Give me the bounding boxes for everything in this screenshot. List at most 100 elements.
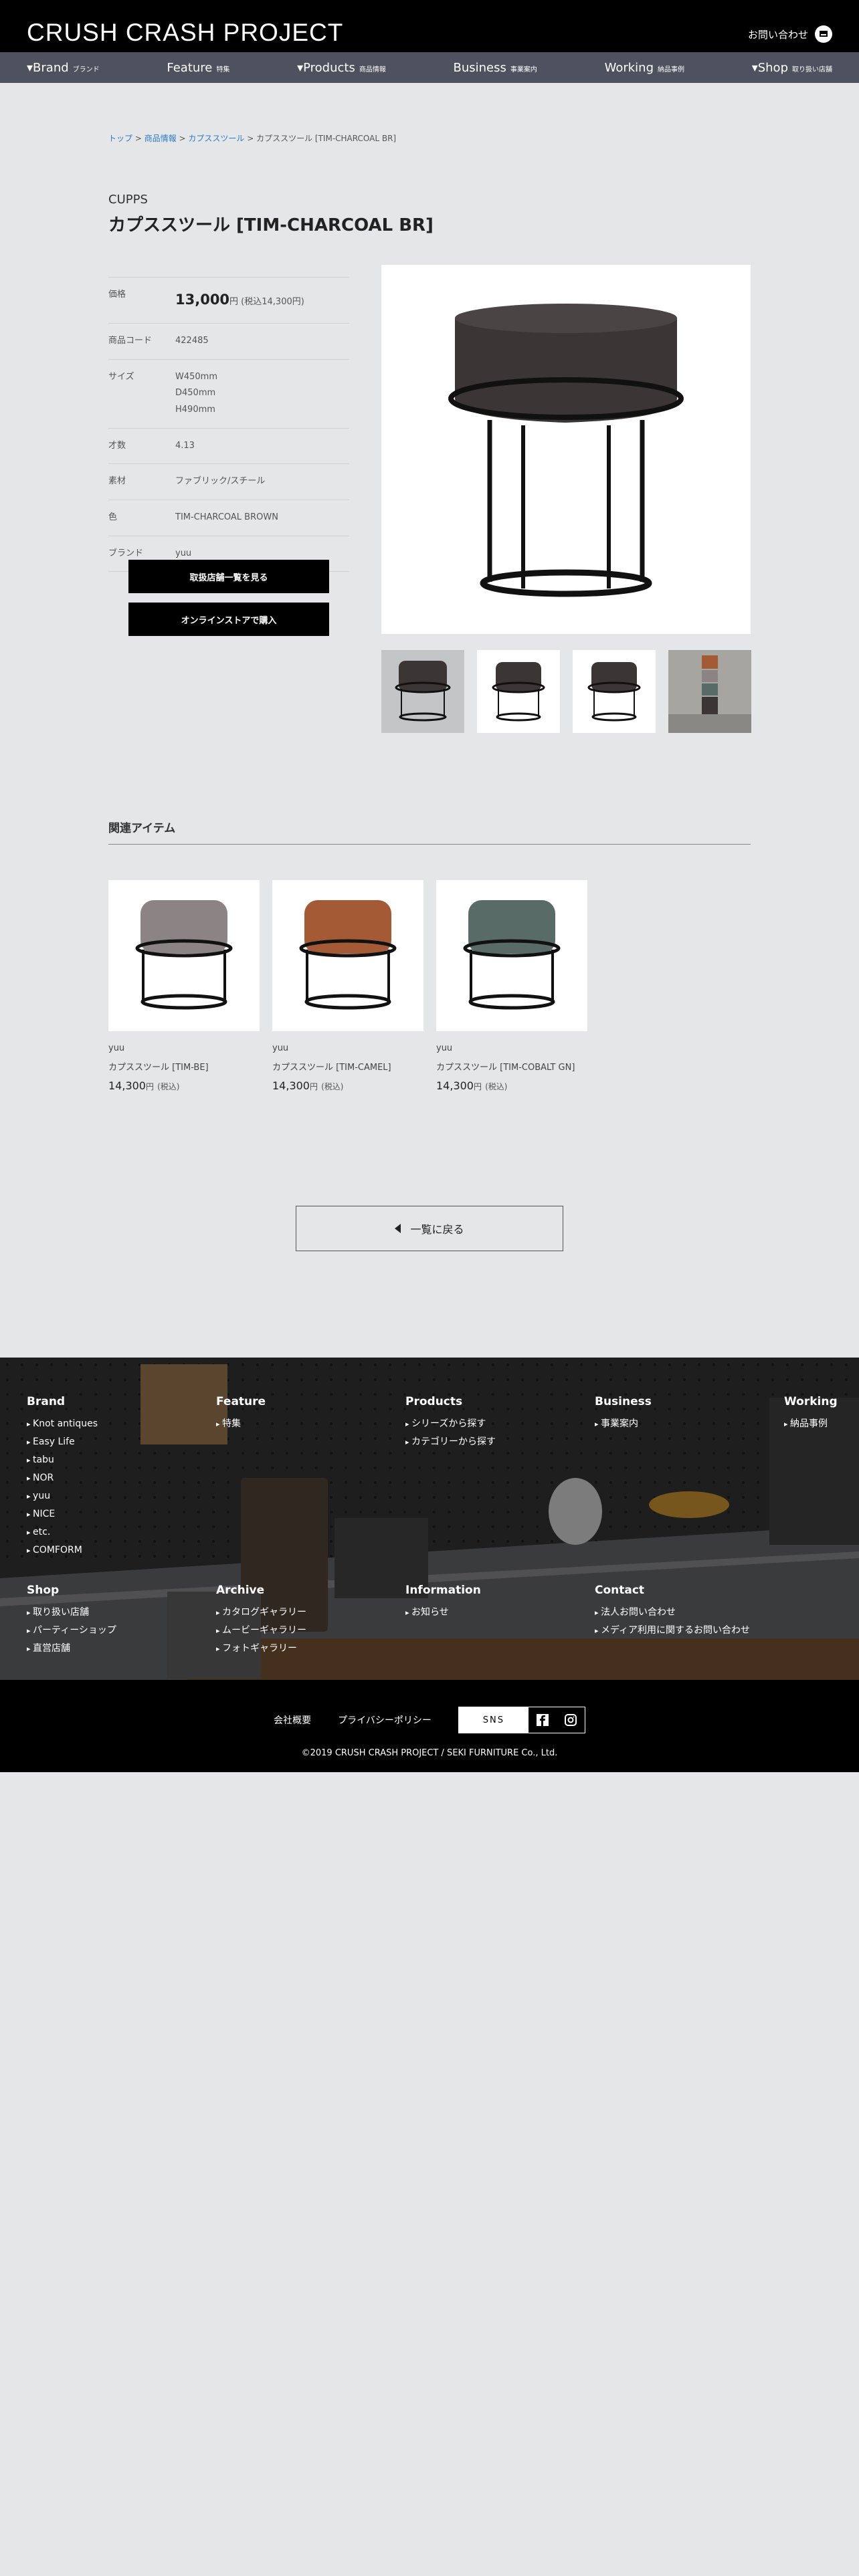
footer-link[interactable]: 法人お問い合わせ (595, 1604, 750, 1622)
site-logo[interactable]: CRUSH CRASH PROJECT (27, 19, 343, 47)
footer-col-title: Working (784, 1395, 838, 1408)
site-header: CRUSH CRASH PROJECT お問い合わせ (0, 0, 859, 52)
spec-value: 4.13 (175, 440, 195, 451)
breadcrumb-products[interactable]: 商品情報 (145, 134, 177, 143)
related-card-tax: (税込) (157, 1082, 180, 1091)
breadcrumb-series[interactable]: カプススツール (188, 134, 244, 143)
breadcrumb-separator: > (176, 134, 189, 143)
footer-link[interactable]: Knot antiques (27, 1415, 98, 1433)
nav-item-brand[interactable]: ▾Brand ブランド (27, 61, 100, 75)
product-main-image (381, 265, 751, 634)
footer-link[interactable]: COMFORM (27, 1541, 98, 1560)
footer-link[interactable]: 特集 (216, 1415, 266, 1433)
spec-row-color: 色 TIM-CHARCOAL BROWN (108, 500, 349, 536)
related-card-unit: 円 (145, 1082, 154, 1091)
footer-col-title: Feature (216, 1395, 266, 1408)
footer-link[interactable]: フォトギャラリー (216, 1640, 306, 1658)
caret-left-icon (395, 1224, 401, 1233)
nav-item-business[interactable]: Business 事業案内 (454, 61, 537, 75)
footer-link[interactable]: カタログギャラリー (216, 1604, 306, 1622)
instagram-icon[interactable] (557, 1707, 585, 1733)
nav-sub: 取り扱い店舗 (792, 66, 832, 74)
spec-key: 商品コード (108, 335, 153, 346)
spec-key: 才数 (108, 440, 126, 451)
breadcrumb-separator: > (244, 134, 257, 143)
related-card-unit: 円 (309, 1082, 318, 1091)
related-card-tax: (税込) (321, 1082, 344, 1091)
product-thumb-1[interactable] (381, 650, 464, 733)
nav-item-feature[interactable]: Feature 特集 (167, 61, 229, 75)
footer-background-image: Brand Knot antiques Easy Life tabu NOR y… (0, 1358, 859, 1680)
spec-key: 色 (108, 512, 118, 523)
facebook-icon[interactable] (529, 1707, 557, 1733)
related-card-name: カプススツール [TIM-CAMEL] (272, 1063, 391, 1073)
footer-link[interactable]: NOR (27, 1469, 98, 1487)
footer-link[interactable]: シリーズから探す (405, 1415, 496, 1433)
related-card[interactable]: yuu カプススツール [TIM-COBALT GN] 14,300円 (税込) (436, 880, 587, 1092)
product-series-label: CUPPS (108, 193, 148, 207)
footer-link[interactable]: 直営店舗 (27, 1640, 116, 1658)
footer-link[interactable]: ムービーギャラリー (216, 1622, 306, 1640)
nav-label: ▾Brand (27, 60, 69, 75)
spec-row-material: 素材 ファブリック/スチール (108, 464, 349, 501)
footer-link[interactable]: 事業案内 (595, 1415, 652, 1433)
contact-link[interactable]: お問い合わせ (748, 25, 832, 43)
footer-link[interactable]: 納品事例 (784, 1415, 838, 1433)
spec-key: 素材 (108, 476, 126, 487)
contact-label: お問い合わせ (747, 28, 808, 41)
spec-value: 422485 (175, 335, 209, 346)
footer-link[interactable]: 取り扱い店舗 (27, 1604, 116, 1622)
nav-sub: 商品情報 (359, 66, 386, 74)
spec-size-width: W450mm (175, 371, 217, 382)
spec-size-height: H490mm (175, 404, 215, 415)
nav-item-shop[interactable]: ▾Shop 取り扱い店舗 (752, 61, 832, 75)
footer-col-shop: Shop 取り扱い店舗 パーティーショップ 直営店舗 (27, 1584, 116, 1658)
related-card[interactable]: yuu カプススツール [TIM-CAMEL] 14,300円 (税込) (272, 880, 423, 1092)
online-store-button[interactable]: オンラインストアで購入 (128, 603, 329, 636)
footer-link[interactable]: Easy Life (27, 1433, 98, 1451)
footer-col-title: Business (595, 1395, 652, 1408)
product-title: カプススツール [TIM-CHARCOAL BR] (108, 215, 434, 235)
nav-item-products[interactable]: ▾Products 商品情報 (297, 61, 386, 75)
related-card-price: 14,300 (272, 1079, 310, 1092)
product-thumb-3[interactable] (573, 650, 656, 733)
main-nav: ▾Brand ブランド Feature 特集 ▾Products 商品情報 Busin… (0, 52, 859, 83)
nav-item-working[interactable]: Working 納品事例 (605, 61, 684, 75)
footer-link[interactable]: yuu (27, 1487, 98, 1505)
footer-col-information: Information お知らせ (405, 1584, 481, 1622)
related-card-price: 14,300 (108, 1079, 146, 1092)
footer-link[interactable]: カテゴリーから探す (405, 1433, 496, 1451)
product-thumb-2[interactable] (477, 650, 560, 733)
related-card-image (108, 880, 260, 1031)
back-to-list-label: 一覧に戻る (410, 1223, 464, 1236)
company-link[interactable]: 会社概要 (274, 1713, 311, 1727)
related-card-brand: yuu (272, 1043, 289, 1053)
product-thumb-4[interactable] (668, 650, 751, 733)
nav-label: Working (604, 60, 654, 75)
privacy-link[interactable]: プライバシーポリシー (338, 1713, 432, 1727)
spec-value: ファブリック/スチール (175, 476, 266, 487)
nav-sub: 特集 (216, 66, 230, 74)
related-card-image (436, 880, 587, 1031)
spec-size-depth: D450mm (175, 388, 216, 399)
footer-col-title: Shop (27, 1584, 60, 1597)
related-card-image (272, 880, 423, 1031)
breadcrumb-separator: > (132, 134, 145, 143)
spec-row-volume: 才数 4.13 (108, 429, 349, 465)
footer-link[interactable]: お知らせ (405, 1604, 481, 1622)
price-unit: 円 (税込14,300円) (229, 297, 304, 307)
footer-col-archive: Archive カタログギャラリー ムービーギャラリー フォトギャラリー (216, 1584, 306, 1658)
footer-link[interactable]: NICE (27, 1505, 98, 1523)
related-card[interactable]: yuu カプススツール [TIM-BE] 14,300円 (税込) (108, 880, 260, 1092)
footer-col-working: Working 納品事例 (784, 1395, 838, 1433)
breadcrumb-top[interactable]: トップ (108, 134, 132, 143)
stores-list-button[interactable]: 取扱店舗一覧を見る (128, 560, 329, 593)
back-to-list-button[interactable]: 一覧に戻る (296, 1206, 563, 1251)
footer-col-title: Archive (216, 1584, 265, 1597)
footer-col-title: Products (405, 1395, 463, 1408)
footer-link[interactable]: tabu (27, 1451, 98, 1469)
nav-label: Feature (167, 60, 213, 75)
footer-link[interactable]: etc. (27, 1523, 98, 1541)
footer-link[interactable]: パーティーショップ (27, 1622, 116, 1640)
footer-link[interactable]: メディア利用に関するお問い合わせ (595, 1622, 750, 1640)
